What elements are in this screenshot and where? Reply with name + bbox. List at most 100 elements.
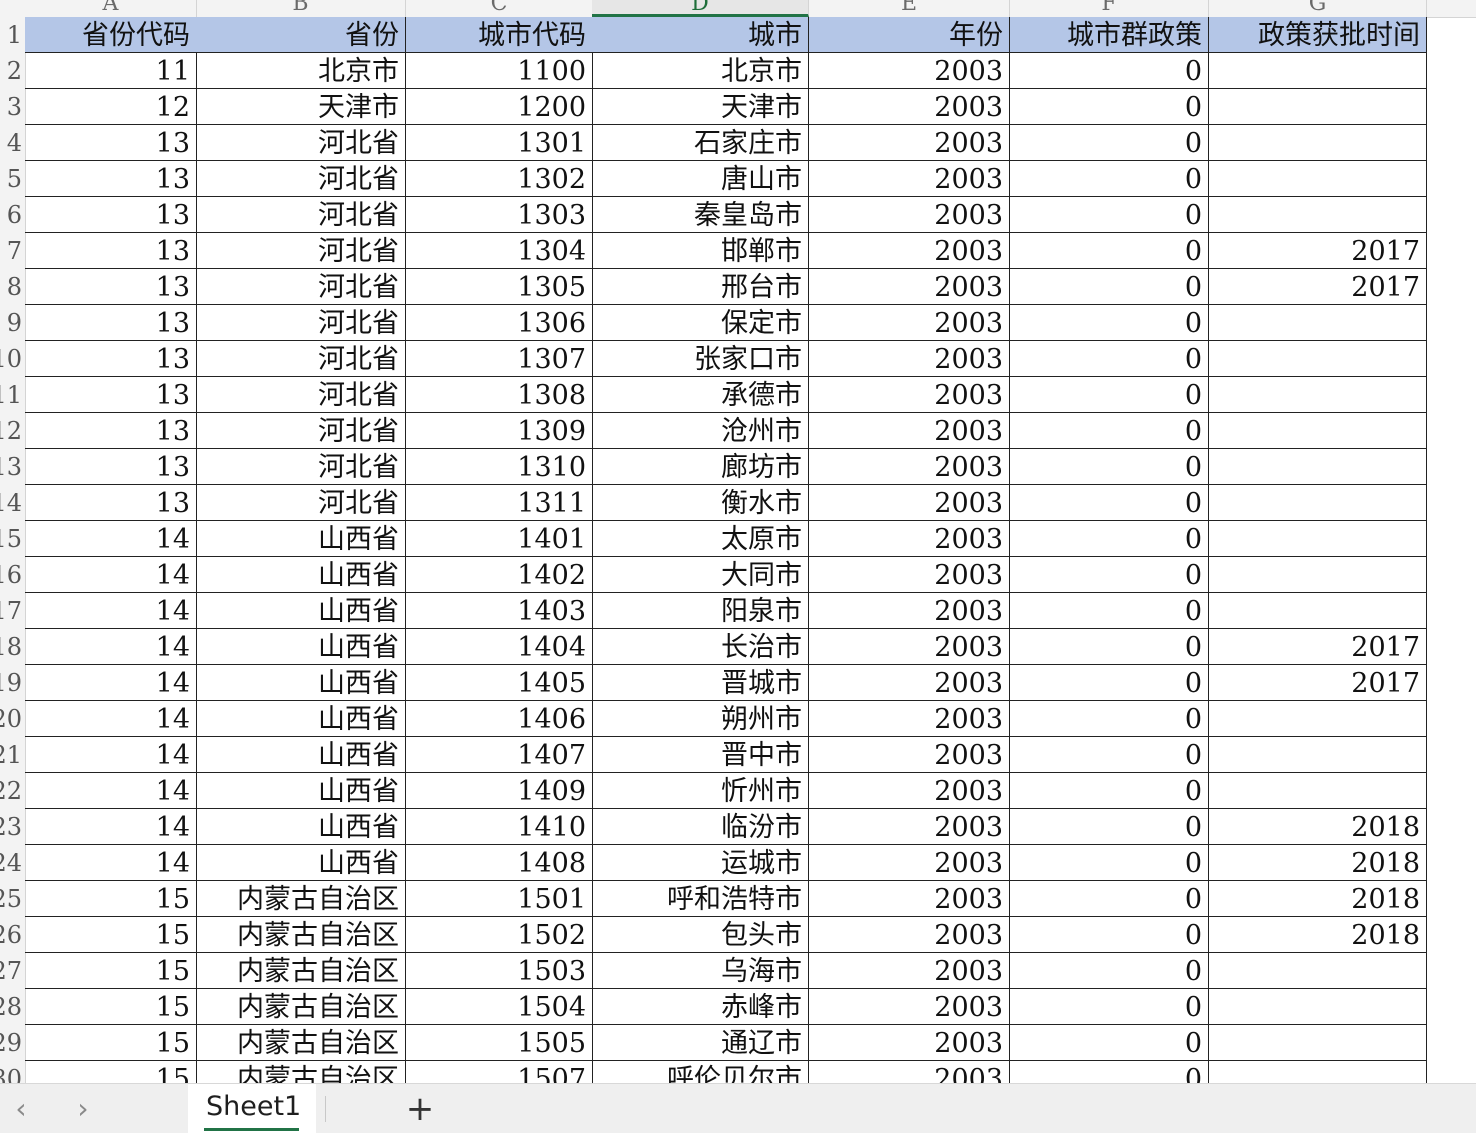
table-cell[interactable]: 0 [1010, 737, 1209, 773]
table-cell[interactable]: 1507 [406, 1061, 593, 1083]
table-cell[interactable]: 0 [1010, 413, 1209, 449]
table-cell[interactable]: 2017 [1209, 269, 1427, 305]
table-cell[interactable]: 大同市 [592, 557, 809, 593]
table-cell[interactable]: 2003 [809, 773, 1010, 809]
table-cell[interactable]: 2003 [809, 953, 1010, 989]
table-cell[interactable]: 2003 [809, 233, 1010, 269]
table-cell[interactable] [1209, 701, 1427, 737]
table-cell[interactable]: 1309 [406, 413, 593, 449]
table-cell[interactable]: 1308 [406, 377, 593, 413]
table-cell[interactable]: 13 [25, 449, 197, 485]
table-cell[interactable]: 15 [25, 989, 197, 1025]
table-cell[interactable]: 2003 [809, 737, 1010, 773]
table-cell[interactable]: 2017 [1209, 629, 1427, 665]
table-cell[interactable]: 内蒙古自治区 [196, 953, 406, 989]
row-header[interactable]: 15 [0, 521, 24, 557]
table-cell[interactable]: 1303 [406, 197, 593, 233]
table-cell[interactable]: 山西省 [196, 737, 406, 773]
row-header[interactable]: 26 [0, 917, 24, 953]
table-cell[interactable]: 14 [25, 593, 197, 629]
table-cell[interactable]: 0 [1010, 341, 1209, 377]
row-header[interactable]: 17 [0, 593, 24, 629]
table-cell[interactable]: 2003 [809, 413, 1010, 449]
table-cell[interactable]: 内蒙古自治区 [196, 1061, 406, 1083]
table-cell[interactable]: 河北省 [196, 305, 406, 341]
table-cell[interactable]: 晋中市 [592, 737, 809, 773]
table-cell[interactable] [1209, 89, 1427, 125]
table-cell[interactable]: 1505 [406, 1025, 593, 1061]
table-cell[interactable]: 1401 [406, 521, 593, 557]
table-cell[interactable]: 2003 [809, 845, 1010, 881]
table-cell[interactable]: 2003 [809, 269, 1010, 305]
table-cell[interactable]: 14 [25, 665, 197, 701]
table-cell[interactable]: 15 [25, 1061, 197, 1083]
table-cell[interactable]: 朔州市 [592, 701, 809, 737]
table-cell[interactable] [1209, 593, 1427, 629]
table-cell[interactable] [1209, 53, 1427, 89]
table-cell[interactable]: 14 [25, 809, 197, 845]
column-title-cell[interactable]: 省份代码 [25, 17, 197, 53]
table-cell[interactable]: 山西省 [196, 593, 406, 629]
table-cell[interactable]: 北京市 [592, 53, 809, 89]
table-cell[interactable]: 包头市 [592, 917, 809, 953]
row-header[interactable]: 22 [0, 773, 24, 809]
table-cell[interactable]: 1410 [406, 809, 593, 845]
table-cell[interactable]: 13 [25, 485, 197, 521]
row-header[interactable]: 3 [0, 89, 24, 125]
table-cell[interactable]: 衡水市 [592, 485, 809, 521]
table-cell[interactable]: 承德市 [592, 377, 809, 413]
table-cell[interactable]: 1302 [406, 161, 593, 197]
table-cell[interactable]: 山西省 [196, 773, 406, 809]
table-cell[interactable] [1209, 413, 1427, 449]
table-cell[interactable]: 0 [1010, 449, 1209, 485]
table-cell[interactable]: 2003 [809, 53, 1010, 89]
row-header[interactable]: 11 [0, 377, 24, 413]
table-cell[interactable]: 山西省 [196, 701, 406, 737]
table-cell[interactable]: 河北省 [196, 449, 406, 485]
table-cell[interactable]: 1310 [406, 449, 593, 485]
table-cell[interactable]: 1406 [406, 701, 593, 737]
table-cell[interactable]: 乌海市 [592, 953, 809, 989]
table-cell[interactable]: 河北省 [196, 125, 406, 161]
table-cell[interactable]: 2018 [1209, 809, 1427, 845]
table-cell[interactable]: 内蒙古自治区 [196, 1025, 406, 1061]
table-cell[interactable]: 14 [25, 557, 197, 593]
table-cell[interactable]: 河北省 [196, 197, 406, 233]
table-cell[interactable]: 13 [25, 269, 197, 305]
table-cell[interactable]: 临汾市 [592, 809, 809, 845]
table-cell[interactable]: 山西省 [196, 809, 406, 845]
row-header[interactable]: 12 [0, 413, 24, 449]
plus-icon[interactable]: + [402, 1092, 438, 1128]
table-cell[interactable]: 0 [1010, 233, 1209, 269]
table-cell[interactable]: 14 [25, 845, 197, 881]
row-header[interactable]: 18 [0, 629, 24, 665]
row-header[interactable]: 25 [0, 881, 24, 917]
table-cell[interactable]: 0 [1010, 53, 1209, 89]
table-cell[interactable]: 2018 [1209, 881, 1427, 917]
table-cell[interactable] [1209, 341, 1427, 377]
table-cell[interactable]: 1305 [406, 269, 593, 305]
row-header[interactable]: 8 [0, 269, 24, 305]
table-cell[interactable]: 0 [1010, 1025, 1209, 1061]
row-header[interactable]: 23 [0, 809, 24, 845]
table-cell[interactable]: 0 [1010, 161, 1209, 197]
table-cell[interactable]: 0 [1010, 521, 1209, 557]
table-cell[interactable] [1209, 953, 1427, 989]
table-cell[interactable]: 秦皇岛市 [592, 197, 809, 233]
column-title-cell[interactable]: 城市代码 [406, 17, 593, 53]
table-cell[interactable]: 2003 [809, 161, 1010, 197]
table-cell[interactable]: 0 [1010, 557, 1209, 593]
table-cell[interactable]: 13 [25, 377, 197, 413]
table-cell[interactable]: 山西省 [196, 629, 406, 665]
table-cell[interactable]: 2003 [809, 341, 1010, 377]
table-cell[interactable]: 内蒙古自治区 [196, 881, 406, 917]
table-cell[interactable]: 15 [25, 1025, 197, 1061]
row-header[interactable]: 7 [0, 233, 24, 269]
table-cell[interactable] [1209, 161, 1427, 197]
table-cell[interactable] [1209, 449, 1427, 485]
column-title-cell[interactable]: 年份 [809, 17, 1010, 53]
table-cell[interactable]: 1409 [406, 773, 593, 809]
row-header[interactable]: 9 [0, 305, 24, 341]
table-cell[interactable]: 1503 [406, 953, 593, 989]
row-header[interactable]: 27 [0, 953, 24, 989]
